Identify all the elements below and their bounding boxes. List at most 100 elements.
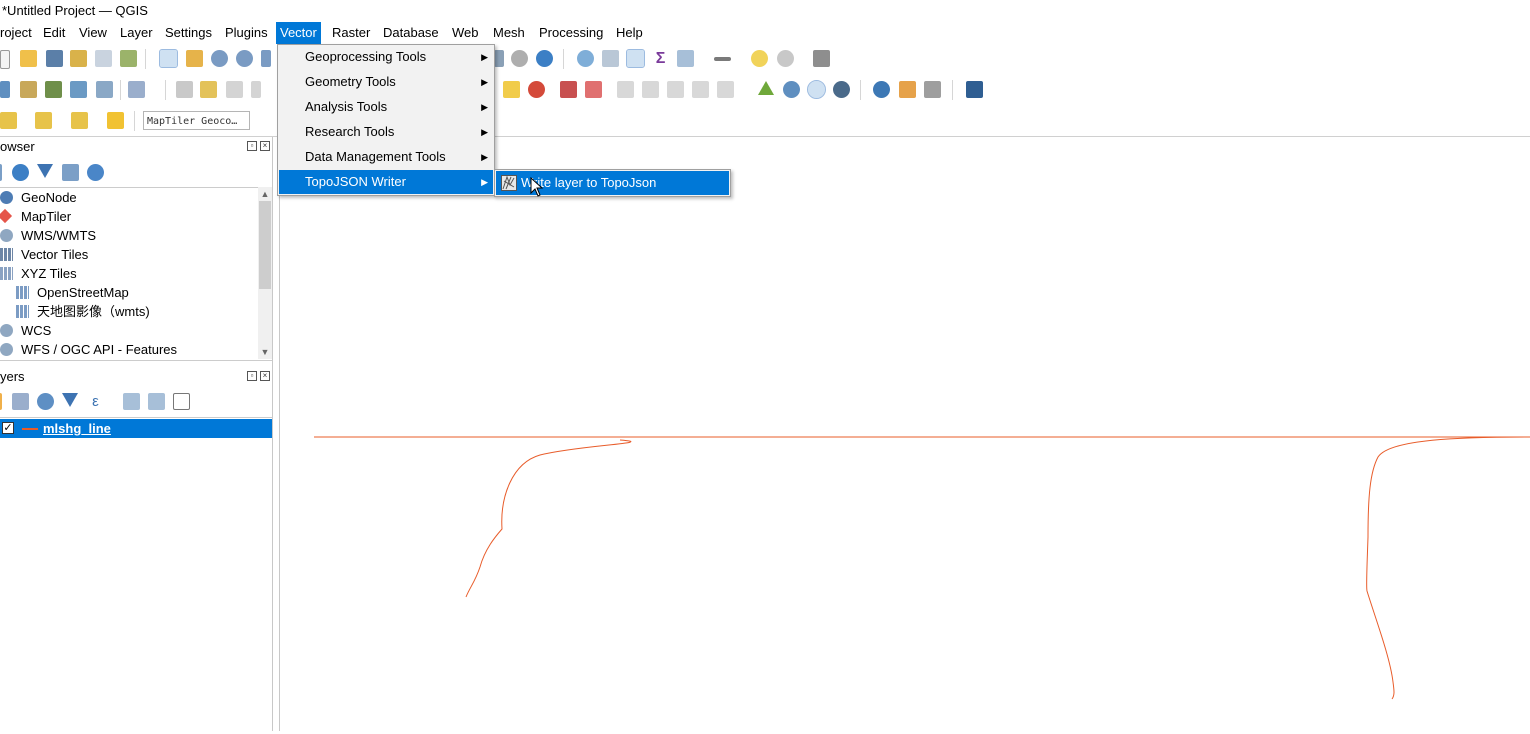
show-hide-labels-icon[interactable] — [585, 81, 602, 98]
style-icon[interactable] — [0, 393, 2, 410]
processing-toolbox-icon[interactable] — [626, 49, 645, 68]
menu-layer[interactable]: Layer — [120, 22, 153, 44]
statistical-summary-icon[interactable]: Σ — [652, 50, 669, 67]
query-icon[interactable] — [807, 80, 826, 99]
menu-web[interactable]: Web — [452, 22, 479, 44]
refresh-partial-icon[interactable] — [494, 50, 504, 67]
layer-visibility-checkbox[interactable]: ✓ — [2, 422, 14, 434]
toolbar-separator — [145, 49, 146, 69]
label-properties-icon[interactable] — [692, 81, 709, 98]
float-panel-icon[interactable]: ▫ — [247, 141, 257, 151]
collapse-all-icon[interactable] — [62, 164, 79, 181]
help-icon[interactable] — [966, 81, 983, 98]
label-icon[interactable] — [717, 81, 734, 98]
zoom-out-icon[interactable] — [236, 50, 253, 67]
grid-color-icon[interactable] — [899, 81, 916, 98]
menu-item-geoprocessing-tools[interactable]: Geoprocessing Tools ▶ — [279, 45, 493, 69]
toggle-editing-icon[interactable] — [200, 81, 217, 98]
menu-vector[interactable]: Vector — [276, 22, 321, 44]
zoom-full-icon[interactable] — [261, 50, 271, 67]
style-manager-icon[interactable] — [120, 50, 137, 67]
triangle-icon[interactable] — [758, 81, 774, 95]
current-edits-icon[interactable] — [176, 81, 193, 98]
save-project-icon[interactable] — [46, 50, 63, 67]
save-edits-icon[interactable] — [226, 81, 243, 98]
move-label-icon[interactable] — [617, 81, 634, 98]
add-vector-layer-icon[interactable] — [128, 81, 145, 98]
attribute-select-icon[interactable] — [107, 112, 124, 129]
deselect-icon[interactable] — [71, 112, 88, 129]
new-virtual-layer-icon[interactable] — [96, 81, 113, 98]
select-by-value-icon[interactable] — [35, 112, 52, 129]
menu-settings[interactable]: Settings — [165, 22, 212, 44]
close-panel-icon[interactable]: × — [260, 371, 270, 381]
add-group-icon[interactable] — [12, 393, 29, 410]
new-shapefile-icon[interactable] — [45, 81, 62, 98]
change-label-icon[interactable] — [667, 81, 684, 98]
expression-filter-icon[interactable]: ε — [87, 393, 104, 410]
menu-view[interactable]: View — [79, 22, 107, 44]
topojson-icon[interactable] — [924, 81, 941, 98]
diagram-tool-icon[interactable] — [528, 81, 545, 98]
locate-icon[interactable] — [777, 50, 794, 67]
menu-edit[interactable]: Edit — [43, 22, 65, 44]
refresh-browser-icon[interactable] — [12, 164, 29, 181]
data-source-manager-icon[interactable] — [0, 81, 10, 98]
map-tips-icon[interactable] — [751, 50, 768, 67]
new-temporary-layer-icon[interactable] — [70, 81, 87, 98]
save-as-icon[interactable] — [70, 50, 87, 67]
select-features-icon[interactable] — [0, 112, 17, 129]
menu-processing[interactable]: Processing — [539, 22, 603, 44]
new-geopackage-icon[interactable] — [20, 81, 37, 98]
pan-to-selection-icon[interactable] — [186, 50, 203, 67]
browser-scrollbar[interactable]: ▲ ▼ — [258, 187, 272, 359]
menu-help[interactable]: Help — [616, 22, 643, 44]
menu-item-geometry-tools[interactable]: Geometry Tools ▶ — [279, 70, 493, 94]
expand-all-icon[interactable] — [123, 393, 140, 410]
menu-plugins[interactable]: Plugins — [225, 22, 268, 44]
python-icon[interactable] — [873, 81, 890, 98]
remove-layer-icon[interactable] — [173, 393, 190, 410]
menu-project[interactable]: roject — [0, 22, 32, 44]
menu-raster[interactable]: Raster — [332, 22, 370, 44]
float-panel-icon[interactable]: ▫ — [247, 371, 257, 381]
refresh-icon[interactable] — [536, 50, 553, 67]
menu-item-research-tools[interactable]: Research Tools ▶ — [279, 120, 493, 144]
filter-icon[interactable] — [37, 164, 53, 178]
menu-database[interactable]: Database — [383, 22, 439, 44]
collapse-all-icon[interactable] — [148, 393, 165, 410]
text-annotation-icon[interactable] — [813, 50, 830, 67]
identify-features-icon[interactable] — [783, 81, 800, 98]
print-layout-icon[interactable] — [95, 50, 112, 67]
measure-icon[interactable] — [714, 57, 731, 61]
filter-legend-icon[interactable] — [62, 393, 78, 407]
scroll-up-icon[interactable]: ▲ — [260, 189, 270, 199]
search-icon[interactable] — [833, 81, 850, 98]
label-tool-icon[interactable] — [503, 81, 520, 98]
layer-row-mlshg-line[interactable]: ✓ mlshg_line — [0, 419, 272, 438]
identify-icon[interactable] — [577, 50, 594, 67]
dock-splitter[interactable] — [272, 137, 280, 731]
add-selected-icon[interactable] — [0, 164, 2, 181]
info-icon[interactable] — [87, 164, 104, 181]
menu-item-analysis-tools[interactable]: Analysis Tools ▶ — [279, 95, 493, 119]
locator-search-input[interactable]: MapTiler Geoco… — [143, 111, 250, 130]
open-project-icon[interactable] — [20, 50, 37, 67]
field-calculator-icon[interactable] — [602, 50, 619, 67]
add-feature-icon[interactable] — [251, 81, 261, 98]
scrollbar-thumb[interactable] — [259, 201, 271, 289]
zoom-in-icon[interactable] — [211, 50, 228, 67]
pan-hand-icon[interactable] — [159, 49, 178, 68]
scroll-down-icon[interactable]: ▼ — [260, 347, 270, 357]
menu-item-data-management-tools[interactable]: Data Management Tools ▶ — [279, 145, 493, 169]
temporal-controller-icon[interactable] — [511, 50, 528, 67]
manage-visibility-icon[interactable] — [37, 393, 54, 410]
new-project-icon[interactable] — [0, 50, 10, 69]
menu-item-topojson-writer[interactable]: TopoJSON Writer ▶ — [279, 170, 493, 194]
close-panel-icon[interactable]: × — [260, 141, 270, 151]
rotate-label-icon[interactable] — [642, 81, 659, 98]
menu-mesh[interactable]: Mesh — [493, 22, 525, 44]
attribute-table-icon[interactable] — [677, 50, 694, 67]
map-canvas[interactable] — [280, 137, 1530, 731]
pin-labels-icon[interactable] — [560, 81, 577, 98]
